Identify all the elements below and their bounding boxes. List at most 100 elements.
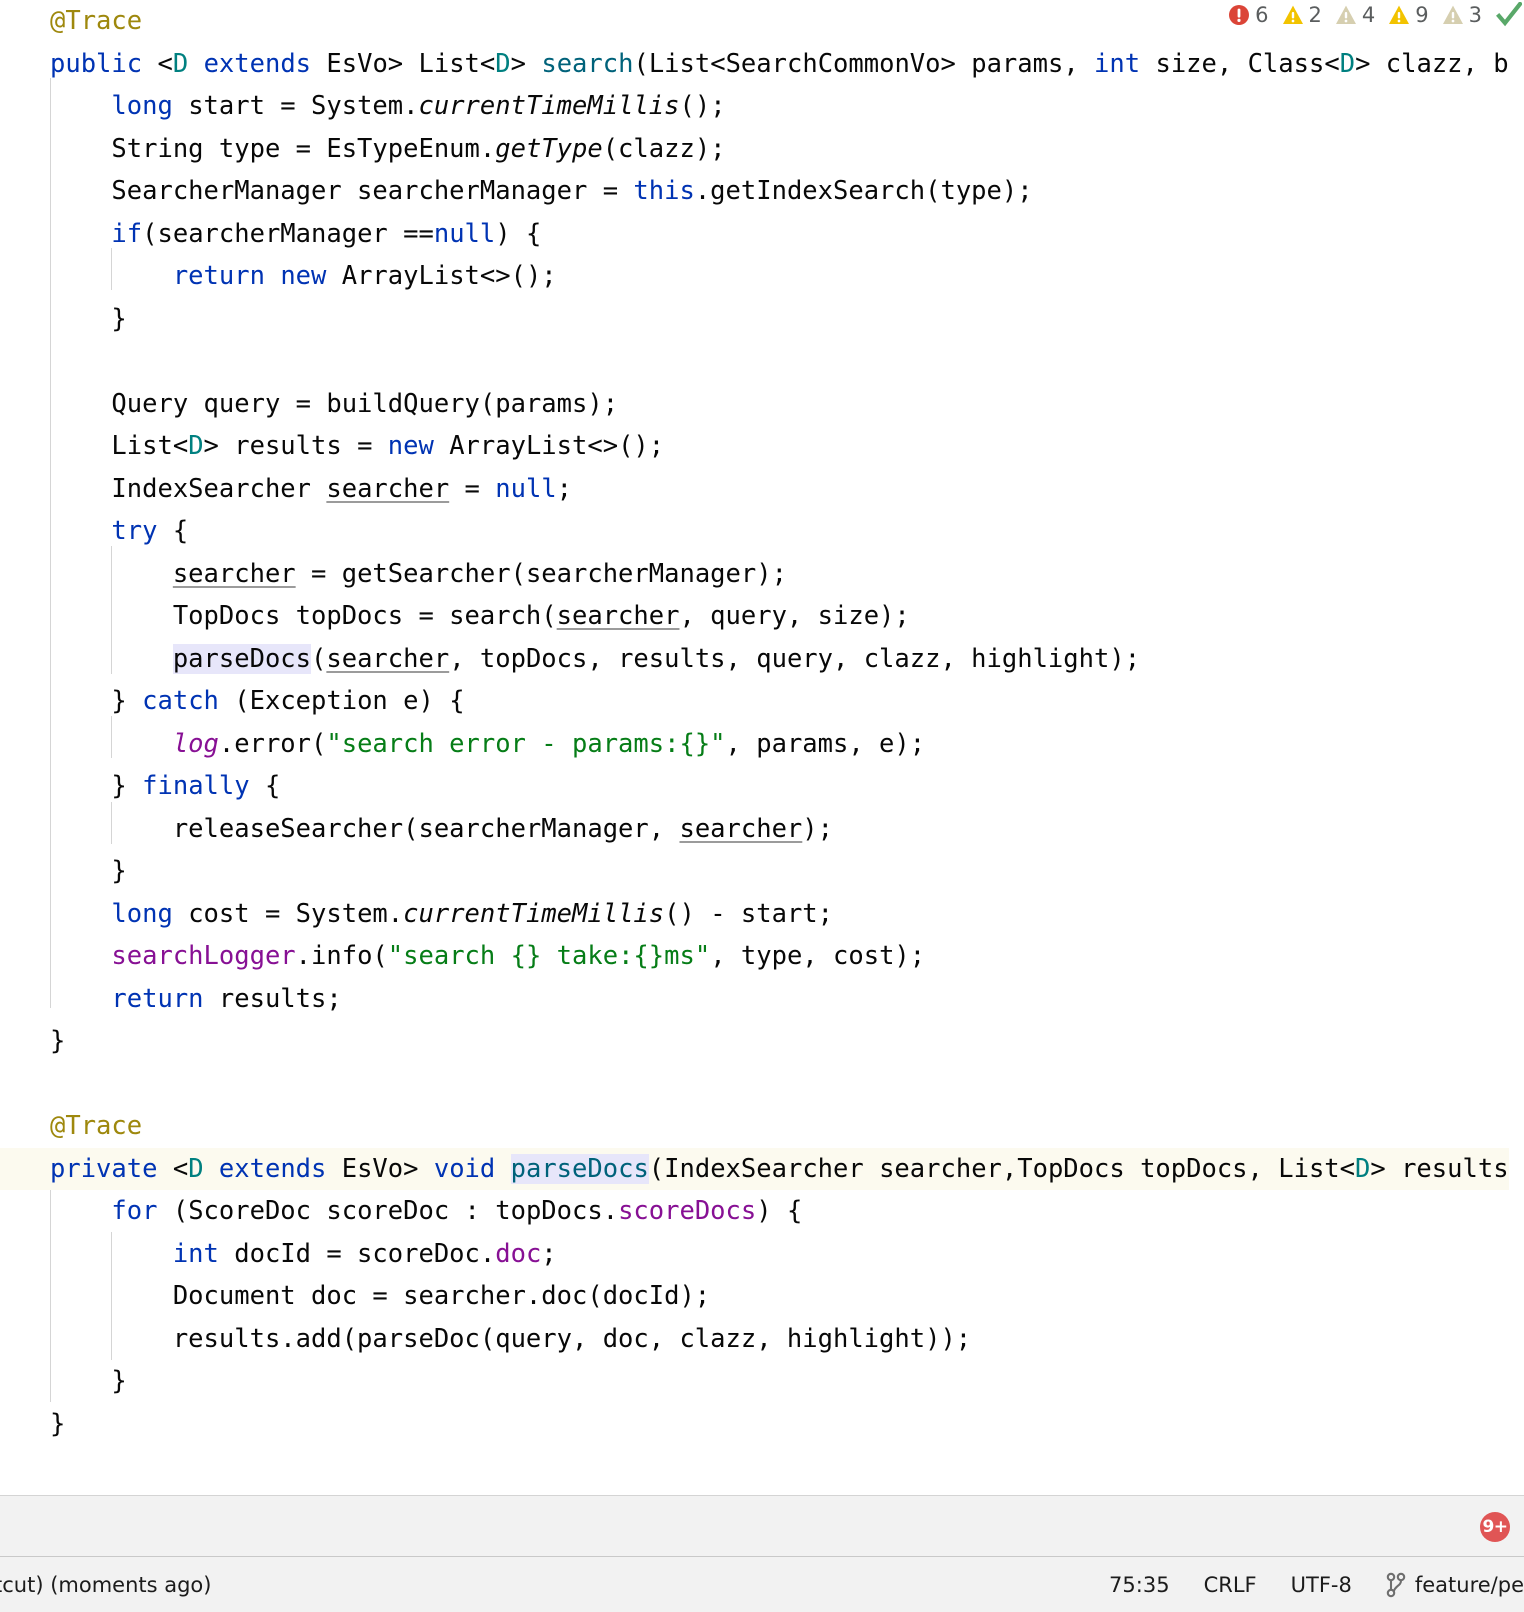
status-message[interactable]: tcut) (moments ago) xyxy=(0,1573,211,1597)
code-token: this xyxy=(633,176,695,206)
code-token: extends xyxy=(218,1153,327,1184)
line-separator[interactable]: CRLF xyxy=(1204,1573,1257,1597)
code-token: D xyxy=(1339,48,1356,79)
code-line[interactable]: } finally { xyxy=(0,765,1509,808)
code-line[interactable]: Query query = buildQuery(params); xyxy=(0,383,1509,426)
code-token: } xyxy=(50,1026,66,1056)
bottom-tool-window-strip[interactable]: 9+ xyxy=(0,1495,1524,1557)
code-line[interactable]: return new ArrayList<>(); xyxy=(0,255,1509,298)
code-line[interactable]: IndexSearcher searcher = null; xyxy=(0,468,1509,511)
code-line[interactable]: Document doc = searcher.doc(docId); xyxy=(0,1275,1509,1318)
code-line[interactable]: results.add(parseDoc(query, doc, clazz, … xyxy=(0,1318,1509,1361)
code-line[interactable]: TopDocs topDocs = search(searcher, query… xyxy=(0,595,1509,638)
code-token: ArrayList<>(); xyxy=(433,431,665,461)
code-line[interactable]: String type = EsTypeEnum.getType(clazz); xyxy=(0,128,1509,171)
code-line[interactable]: long start = System.currentTimeMillis(); xyxy=(0,85,1509,128)
block-guide xyxy=(50,78,51,1008)
code-token: > results = xyxy=(203,431,388,461)
code-line[interactable]: } xyxy=(0,298,1509,341)
caret-position[interactable]: 75:35 xyxy=(1109,1573,1170,1597)
weak-warning-icon xyxy=(1335,4,1357,26)
code-editor[interactable]: @Trace public <D extends EsVo> List<D> se… xyxy=(0,0,1524,1495)
inspection-warning-group[interactable]: 2 xyxy=(1282,4,1322,26)
code-token: (List<SearchCommonVo> params, xyxy=(633,48,1095,79)
code-line[interactable]: @Trace xyxy=(0,1105,1509,1148)
code-line[interactable]: } catch (Exception e) { xyxy=(0,680,1509,723)
code-token: try xyxy=(111,516,158,546)
code-token: < xyxy=(142,48,173,79)
inspection-ok-checkmark-icon[interactable] xyxy=(1482,2,1522,28)
inspection-weak-warning-group[interactable]: 4 xyxy=(1335,4,1375,26)
code-token: parseDocs xyxy=(510,1153,649,1184)
code-line[interactable]: if(searcherManager ==null) { xyxy=(0,213,1509,256)
file-encoding[interactable]: UTF-8 xyxy=(1291,1573,1352,1597)
code-token: } xyxy=(111,856,127,886)
code-token: } xyxy=(111,303,127,334)
code-token: searcher xyxy=(326,643,450,674)
code-line[interactable]: public <D extends EsVo> List<D> search(L… xyxy=(0,43,1509,86)
code-token: cost = System. xyxy=(172,898,404,929)
inspection-count: 4 xyxy=(1361,2,1376,27)
code-line[interactable]: long cost = System.currentTimeMillis() -… xyxy=(0,893,1509,936)
code-token: scoreDocs xyxy=(618,1196,757,1226)
code-line[interactable]: releaseSearcher(searcherManager, searche… xyxy=(0,808,1509,851)
code-token: start = System. xyxy=(172,91,419,121)
code-line[interactable]: } xyxy=(0,1020,1509,1063)
code-token: searchLogger xyxy=(111,941,296,971)
code-line[interactable] xyxy=(0,1063,1509,1106)
code-line[interactable]: int docId = scoreDoc.doc; xyxy=(0,1233,1509,1276)
code-token: () - start; xyxy=(664,898,834,929)
code-token: if xyxy=(111,218,143,249)
block-guide xyxy=(111,802,112,844)
code-line[interactable]: } xyxy=(0,1403,1509,1446)
code-line[interactable]: parseDocs(searcher, topDocs, results, qu… xyxy=(0,638,1509,681)
code-content[interactable]: @Trace public <D extends EsVo> List<D> se… xyxy=(0,0,1524,1446)
code-token: log xyxy=(172,728,219,759)
code-line[interactable] xyxy=(0,340,1509,383)
block-guide xyxy=(111,716,112,758)
code-token: releaseSearcher(searcherManager, xyxy=(172,813,680,844)
git-branch-icon xyxy=(1386,1572,1406,1598)
code-line[interactable]: try { xyxy=(0,510,1509,553)
code-token: .getIndexSearch(type); xyxy=(694,176,1033,206)
code-token: searcher xyxy=(326,473,450,504)
code-line[interactable]: SearcherManager searcherManager = this.g… xyxy=(0,170,1509,213)
code-token: > results xyxy=(1370,1153,1509,1184)
code-token: public xyxy=(50,48,143,79)
code-token: @Trace xyxy=(50,1111,143,1141)
code-token: ; xyxy=(556,473,573,504)
code-line[interactable]: log.error("search error - params:{}", pa… xyxy=(0,723,1509,766)
code-token: List< xyxy=(111,431,189,461)
code-line[interactable]: List<D> results = new ArrayList<>(); xyxy=(0,425,1509,468)
code-line[interactable]: searchLogger.info("search {} take:{}ms",… xyxy=(0,935,1509,978)
code-line[interactable]: } xyxy=(0,850,1509,893)
code-line[interactable]: for (ScoreDoc scoreDoc : topDocs.scoreDo… xyxy=(0,1190,1509,1233)
code-line[interactable]: searcher = getSearcher(searcherManager); xyxy=(0,553,1509,596)
code-line[interactable]: } xyxy=(0,1360,1509,1403)
code-token: } xyxy=(50,1408,66,1439)
warning-icon xyxy=(1388,4,1410,26)
warning-icon xyxy=(1282,4,1304,26)
code-token: Query query = buildQuery(params); xyxy=(111,388,619,419)
code-line[interactable]: return results; xyxy=(0,978,1509,1021)
inspection-error-group[interactable]: 6 xyxy=(1228,4,1269,26)
inspection-warning-group[interactable]: 9 xyxy=(1388,4,1429,26)
code-token: docId = scoreDoc. xyxy=(218,1238,496,1269)
code-line[interactable]: private <D extends EsVo> void parseDocs(… xyxy=(0,1147,1524,1190)
code-token: finally xyxy=(142,771,250,801)
code-token: long xyxy=(111,898,173,929)
inspection-widget[interactable]: 6 2 4 9 3 xyxy=(0,0,1524,30)
inspection-weak-warning-group[interactable]: 3 xyxy=(1442,4,1482,26)
notification-badge[interactable]: 9+ xyxy=(1480,1512,1510,1542)
git-branch-widget[interactable]: feature/pe xyxy=(1386,1572,1524,1598)
code-token: D xyxy=(495,48,511,79)
